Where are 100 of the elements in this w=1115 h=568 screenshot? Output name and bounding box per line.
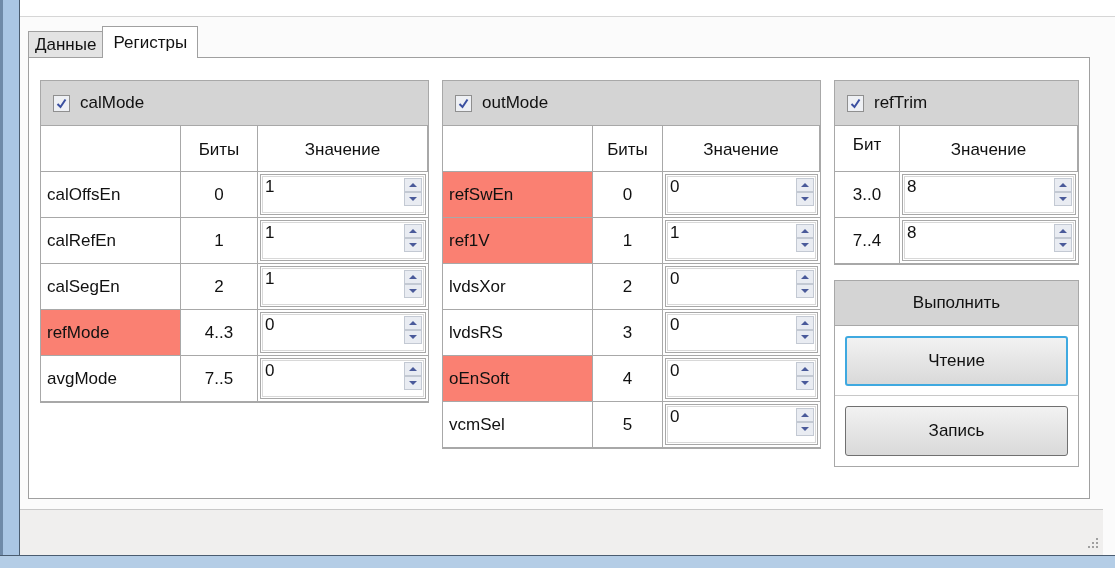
spin-up-button[interactable]	[796, 270, 814, 284]
spin-up-button[interactable]	[404, 224, 422, 238]
spin-down-button[interactable]	[404, 192, 422, 206]
spin-field[interactable]: 0	[665, 358, 818, 399]
table-cell: vcmSel	[443, 402, 593, 448]
table-cell: 4..3	[181, 310, 258, 356]
spin-up-button[interactable]	[796, 362, 814, 376]
table-cell: 2	[593, 264, 663, 310]
spin-up-button[interactable]	[1054, 178, 1072, 192]
down-triangle-icon	[801, 335, 809, 339]
spin-down-button[interactable]	[796, 376, 814, 390]
spin-field[interactable]: 1	[665, 220, 818, 261]
spin-down-button[interactable]	[796, 284, 814, 298]
table-cell: 2	[181, 264, 258, 310]
down-triangle-icon	[801, 197, 809, 201]
down-triangle-icon	[1059, 197, 1067, 201]
spin-down-button[interactable]	[1054, 238, 1072, 252]
down-triangle-icon	[1059, 243, 1067, 247]
spin-down-button[interactable]	[796, 330, 814, 344]
resize-grip-icon[interactable]	[1087, 537, 1099, 549]
down-triangle-icon	[801, 427, 809, 431]
spin-down-button[interactable]	[796, 238, 814, 252]
table-cell: 0	[593, 172, 663, 218]
table-cell: refSwEn	[443, 172, 593, 218]
up-triangle-icon	[801, 367, 809, 371]
spin-field[interactable]: 1	[260, 220, 426, 261]
checkbox[interactable]	[847, 94, 864, 112]
down-triangle-icon	[409, 197, 417, 201]
spin-up-button[interactable]	[796, 178, 814, 192]
up-triangle-icon	[801, 183, 809, 187]
spin-field[interactable]: 8	[902, 220, 1076, 261]
down-triangle-icon	[801, 243, 809, 247]
table-cell: 0	[181, 172, 258, 218]
column-header: Значение	[950, 138, 1027, 161]
spin-field[interactable]: 0	[665, 174, 818, 215]
down-triangle-icon	[801, 289, 809, 293]
table-cell: calOffsEn	[41, 172, 181, 218]
spin-up-button[interactable]	[404, 362, 422, 376]
spin-down-button[interactable]	[1054, 192, 1072, 206]
up-triangle-icon	[1059, 229, 1067, 233]
spin-field[interactable]: 0	[665, 312, 818, 353]
tab[interactable]: Данные	[28, 31, 104, 58]
table-cell: lvdsRS	[443, 310, 593, 356]
spin-down-button[interactable]	[404, 238, 422, 252]
down-triangle-icon	[801, 381, 809, 385]
up-triangle-icon	[801, 413, 809, 417]
spin-up-button[interactable]	[796, 408, 814, 422]
spin-down-button[interactable]	[404, 330, 422, 344]
up-triangle-icon	[409, 367, 417, 371]
spin-up-button[interactable]	[796, 316, 814, 330]
up-triangle-icon	[1059, 183, 1067, 187]
checkmark-icon	[458, 97, 469, 109]
tab[interactable]: Регистры	[102, 26, 199, 58]
table-cell: refMode	[41, 310, 181, 356]
action-button[interactable]: Чтение	[845, 335, 1068, 386]
table-cell: 7..5	[181, 356, 258, 402]
table-cell: 4	[593, 356, 663, 402]
spin-field[interactable]: 1	[260, 266, 426, 307]
column-header: Биты	[198, 138, 240, 161]
spin-down-button[interactable]	[404, 284, 422, 298]
table-cell: 7..4	[835, 218, 900, 264]
table-cell: calSegEn	[41, 264, 181, 310]
table-cell: 5	[593, 402, 663, 448]
spin-up-button[interactable]	[404, 270, 422, 284]
spin-field[interactable]: 0	[260, 312, 426, 353]
down-triangle-icon	[409, 335, 417, 339]
down-triangle-icon	[409, 289, 417, 293]
group-title: refTrim	[874, 92, 928, 115]
table-cell: lvdsXor	[443, 264, 593, 310]
down-triangle-icon	[409, 243, 417, 247]
group-title: Выполнить	[835, 281, 1078, 326]
checkmark-icon	[56, 97, 67, 109]
checkbox[interactable]	[53, 94, 70, 112]
spin-field[interactable]: 0	[665, 266, 818, 307]
spin-up-button[interactable]	[796, 224, 814, 238]
spin-down-button[interactable]	[796, 192, 814, 206]
column-header: Значение	[703, 138, 779, 161]
up-triangle-icon	[409, 275, 417, 279]
spin-field[interactable]: 1	[260, 174, 426, 215]
column-header: Бит	[852, 134, 882, 156]
table-cell: calRefEn	[41, 218, 181, 264]
spin-up-button[interactable]	[404, 316, 422, 330]
up-triangle-icon	[801, 321, 809, 325]
spin-field[interactable]: 0	[260, 358, 426, 399]
spin-down-button[interactable]	[796, 422, 814, 436]
table-cell: 3..0	[835, 172, 900, 218]
action-button[interactable]: Запись	[845, 406, 1068, 456]
table-cell: ref1V	[443, 218, 593, 264]
spin-field[interactable]: 8	[902, 174, 1076, 215]
table-cell: avgMode	[41, 356, 181, 402]
up-triangle-icon	[801, 275, 809, 279]
checkbox[interactable]	[455, 94, 472, 112]
up-triangle-icon	[801, 229, 809, 233]
spin-field[interactable]: 0	[665, 404, 818, 445]
spin-down-button[interactable]	[404, 376, 422, 390]
up-triangle-icon	[409, 321, 417, 325]
spin-up-button[interactable]	[1054, 224, 1072, 238]
column-header: Значение	[304, 138, 381, 161]
up-triangle-icon	[409, 183, 417, 187]
spin-up-button[interactable]	[404, 178, 422, 192]
